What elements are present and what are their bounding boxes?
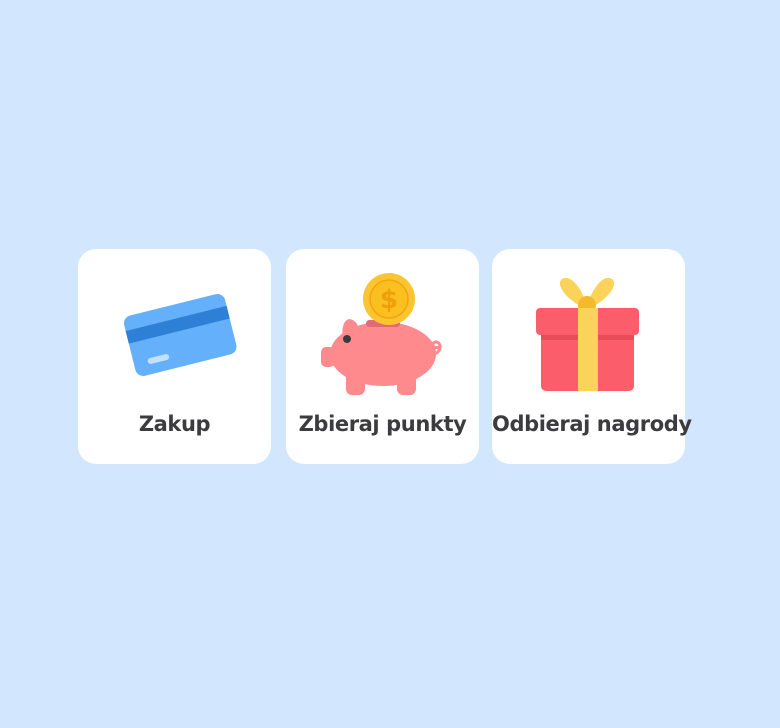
svg-text:$: $ [380, 285, 398, 315]
step-label-claim-rewards: Odbieraj nagrody [492, 412, 692, 436]
step-card-collect-points: $ Zbieraj punkty [286, 249, 479, 464]
piggy-bank-icon: $ [286, 267, 479, 407]
loyalty-steps: Zakup $ Zbieraj punkty Odbieraj nagrody [0, 0, 780, 728]
credit-card-icon [78, 267, 271, 407]
step-label-collect-points: Zbieraj punkty [298, 412, 467, 436]
step-label-purchase: Zakup [138, 412, 211, 436]
step-card-claim-rewards: Odbieraj nagrody [492, 249, 692, 464]
step-card-purchase: Zakup [78, 249, 271, 464]
gift-box-icon [492, 267, 685, 407]
